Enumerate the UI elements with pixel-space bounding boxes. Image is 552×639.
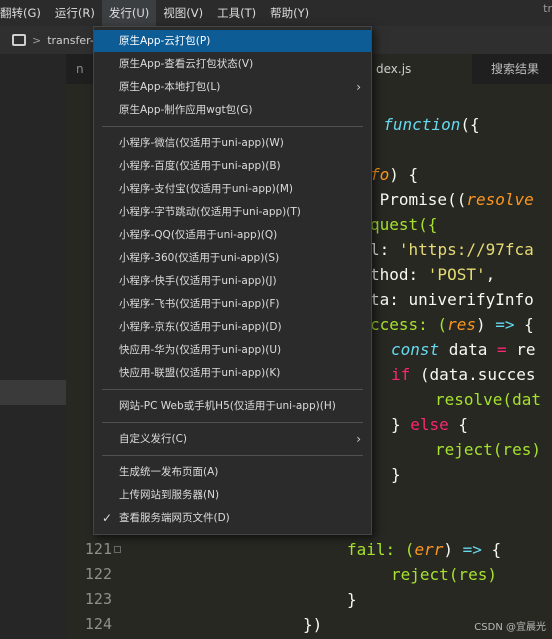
menu-item-mp-alipay[interactable]: 小程序-支付宝(仅适用于uni-app)(M) (94, 178, 371, 200)
chevron-right-icon: > (32, 33, 42, 47)
publish-dropdown-menu: 原生App-云打包(P) 原生App-查看云打包状态(V) 原生App-本地打包… (93, 26, 372, 535)
menu-item-view-server-files[interactable]: ✓ 查看服务端网页文件(D) (94, 507, 371, 529)
code-line: Promise((resolve (370, 190, 534, 209)
watermark: CSDN @宜晨光 (474, 622, 546, 633)
code-line: reject(res) (391, 565, 497, 584)
code-line: thod: 'POST', (370, 265, 496, 284)
code-line: ccess: (res) => { (370, 315, 534, 334)
menu-item-mp-360[interactable]: 小程序-360(仅适用于uni-app)(S) (94, 247, 371, 269)
code-line: if (data.succes (391, 365, 536, 384)
checkmark-icon: ✓ (102, 511, 113, 525)
code-line: fo) { (370, 165, 419, 184)
menu-item-generate-release-page[interactable]: 生成统一发布页面(A) (94, 461, 371, 483)
menu-item-app-local-pack[interactable]: 原生App-本地打包(L) › (94, 76, 371, 98)
breadcrumb-project[interactable]: transfer- (47, 34, 94, 47)
menu-tools[interactable]: 工具(T) (210, 0, 263, 26)
code-line: quest({ (370, 215, 438, 234)
menu-view[interactable]: 视图(V) (156, 0, 210, 26)
project-icon (12, 34, 26, 46)
code-line: } (391, 465, 401, 484)
code-line: fail: (err) => { (347, 540, 502, 559)
menu-item-app-wgt[interactable]: 原生App-制作应用wgt包(G) (94, 99, 371, 121)
menu-divider (102, 126, 363, 127)
window-title: tr (543, 2, 552, 15)
menu-item-mp-weixin[interactable]: 小程序-微信(仅适用于uni-app)(W) (94, 132, 371, 154)
code-line: } (347, 590, 357, 609)
menu-divider (102, 422, 363, 423)
menu-item-mp-qq[interactable]: 小程序-QQ(仅适用于uni-app)(Q) (94, 224, 371, 246)
menu-item-mp-lark[interactable]: 小程序-飞书(仅适用于uni-app)(F) (94, 293, 371, 315)
menu-goto[interactable]: 翻转(G) (0, 0, 48, 26)
menu-item-app-cloud-status[interactable]: 原生App-查看云打包状态(V) (94, 53, 371, 75)
menu-item-app-cloud-pack[interactable]: 原生App-云打包(P) (94, 30, 371, 52)
menu-item-mp-baidu[interactable]: 小程序-百度(仅适用于uni-app)(B) (94, 155, 371, 177)
tree-selected-row[interactable] (0, 380, 66, 405)
menu-run[interactable]: 运行(R) (48, 0, 102, 26)
menu-item-mp-kuaishou[interactable]: 小程序-快手(仅适用于uni-app)(J) (94, 270, 371, 292)
code-line: ta: univerifyInfo (370, 290, 534, 309)
menu-item-upload-to-server[interactable]: 上传网站到服务器(N) (94, 484, 371, 506)
tab-previous[interactable]: n (66, 54, 92, 84)
menu-help[interactable]: 帮助(Y) (263, 0, 316, 26)
code-line: }) (303, 615, 323, 634)
line-number: 124 (84, 615, 112, 633)
menu-divider (102, 389, 363, 390)
line-number: 121 (84, 540, 112, 558)
menu-publish[interactable]: 发行(U) (101, 0, 157, 26)
code-line: } else { (391, 415, 469, 434)
file-tree[interactable] (0, 54, 66, 639)
code-line: : function({ (364, 115, 480, 134)
code-line: l: 'https://97fca (370, 240, 534, 259)
tab-search-results[interactable]: 搜索结果 (481, 54, 552, 84)
line-number: 122 (84, 565, 112, 583)
menu-item-mp-jd[interactable]: 小程序-京东(仅适用于uni-app)(D) (94, 316, 371, 338)
menu-item-quickapp-huawei[interactable]: 快应用-华为(仅适用于uni-app)(U) (94, 339, 371, 361)
chevron-right-icon: › (356, 80, 361, 94)
code-line: const data = re (391, 340, 536, 359)
menu-item-quickapp-union[interactable]: 快应用-联盟(仅适用于uni-app)(K) (94, 362, 371, 384)
code-line: resolve(dat (435, 390, 541, 409)
menu-bar: 翻转(G) 运行(R) 发行(U) 视图(V) 工具(T) 帮助(Y) tr (0, 0, 552, 26)
line-number: 123 (84, 590, 112, 608)
tab-index-js[interactable]: dex.js (366, 54, 472, 84)
chevron-right-icon: › (356, 432, 361, 446)
fold-toggle-icon[interactable] (114, 546, 121, 553)
code-line: reject(res) (435, 440, 541, 459)
menu-item-mp-toutiao[interactable]: 小程序-字节跳动(仅适用于uni-app)(T) (94, 201, 371, 223)
menu-divider (102, 455, 363, 456)
menu-item-custom-publish[interactable]: 自定义发行(C) › (94, 428, 371, 450)
menu-item-web-h5[interactable]: 网站-PC Web或手机H5(仅适用于uni-app)(H) (94, 395, 371, 417)
